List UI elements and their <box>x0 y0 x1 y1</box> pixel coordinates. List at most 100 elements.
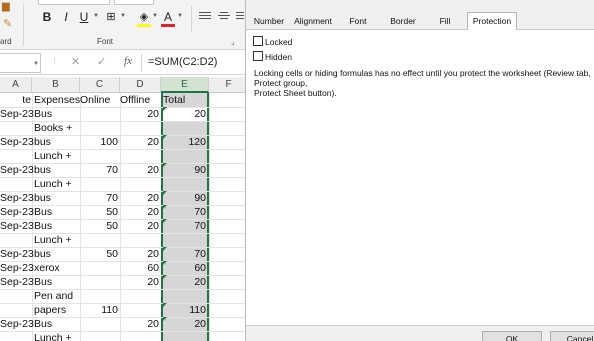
font-size-box[interactable] <box>114 0 154 5</box>
cell-a[interactable]: Sep-23 <box>0 191 34 205</box>
cell-d[interactable]: 20 <box>120 107 159 121</box>
cell-c[interactable] <box>80 331 118 341</box>
cell-d[interactable]: 20 <box>120 247 159 261</box>
cell-d[interactable]: 20 <box>120 219 159 233</box>
cell-a[interactable] <box>0 233 31 247</box>
cell-c[interactable]: 50 <box>80 247 118 261</box>
header-cell-b[interactable]: Expenses <box>34 93 80 107</box>
column-header-f[interactable]: F <box>209 77 245 93</box>
align-right-icon[interactable] <box>236 10 244 22</box>
cell-b[interactable]: Bus <box>34 205 80 219</box>
borders-dropdown-icon[interactable]: ▼ <box>120 13 126 19</box>
align-center-icon[interactable] <box>218 10 230 22</box>
cell-a[interactable] <box>0 177 31 191</box>
tab-number[interactable]: Number <box>250 15 288 30</box>
underline-button[interactable]: U <box>77 10 91 24</box>
tab-border[interactable]: Border <box>386 15 420 30</box>
column-header-d[interactable]: D <box>120 77 161 93</box>
underline-dropdown-icon[interactable]: ▼ <box>93 13 99 19</box>
cell-d[interactable]: 20 <box>120 135 159 149</box>
cell-c[interactable] <box>80 121 118 135</box>
cell-d[interactable]: 20 <box>120 205 159 219</box>
cell-d[interactable] <box>120 149 159 163</box>
name-box-dropdown-icon[interactable]: ▼ <box>33 61 39 67</box>
bold-button[interactable]: B <box>40 10 54 24</box>
cell-a[interactable]: Sep-23 <box>0 135 34 149</box>
cell-a[interactable] <box>0 289 31 303</box>
cell-e[interactable]: 70 <box>163 247 206 261</box>
cell-e[interactable]: 20 <box>163 107 206 121</box>
cell-e[interactable]: 90 <box>163 191 206 205</box>
cell-b[interactable]: Bus <box>34 107 80 121</box>
column-header-b[interactable]: B <box>32 77 80 93</box>
cell-e[interactable] <box>163 149 206 163</box>
header-cell-d[interactable]: Offline <box>120 93 159 107</box>
cell-a[interactable]: Sep-23 <box>0 317 34 331</box>
format-painter-icon[interactable]: ✎ <box>3 18 15 30</box>
cell-e[interactable]: 20 <box>163 317 206 331</box>
cell-b[interactable]: Bus <box>34 317 80 331</box>
column-header-c[interactable]: C <box>80 77 120 93</box>
cell-a[interactable] <box>0 303 31 317</box>
tab-fill[interactable]: Fill <box>434 15 456 30</box>
font-color-button[interactable]: A <box>161 10 175 24</box>
cell-a[interactable]: Sep-23 <box>0 275 34 289</box>
cell-b[interactable]: bus <box>34 135 80 149</box>
cell-d[interactable] <box>120 289 159 303</box>
cell-a[interactable]: Sep-23 <box>0 163 34 177</box>
column-header-a[interactable]: A <box>0 77 32 93</box>
header-cell-a[interactable]: te <box>0 93 31 107</box>
cell-c[interactable] <box>80 275 118 289</box>
cell-b[interactable]: bus <box>34 163 80 177</box>
fill-color-icon[interactable]: ◈ <box>137 10 151 24</box>
cell-a[interactable] <box>0 331 31 341</box>
cancel-icon[interactable]: ✕ <box>71 55 80 68</box>
font-dialog-launcher-icon[interactable]: ⌟ <box>231 37 235 46</box>
header-cell-c[interactable]: Online <box>80 93 118 107</box>
cell-e[interactable] <box>163 177 206 191</box>
cell-e[interactable] <box>163 331 206 341</box>
hidden-label[interactable]: Hidden <box>265 52 292 62</box>
tab-alignment[interactable]: Alignment <box>290 15 336 30</box>
cell-c[interactable] <box>80 233 118 247</box>
worksheet-grid[interactable]: A B C D E F te Expenses Online Offline Total… <box>0 77 245 341</box>
cell-e[interactable]: 70 <box>163 219 206 233</box>
cell-e[interactable]: 20 <box>163 275 206 289</box>
cell-c[interactable] <box>80 317 118 331</box>
locked-label[interactable]: Locked <box>265 37 292 47</box>
cell-b[interactable]: Bus <box>34 219 80 233</box>
cell-a[interactable]: Sep-23 <box>0 219 34 233</box>
cell-c[interactable]: 100 <box>80 135 118 149</box>
cell-e[interactable] <box>163 121 206 135</box>
tab-font[interactable]: Font <box>343 15 373 30</box>
cell-d[interactable] <box>120 121 159 135</box>
cell-c[interactable]: 50 <box>80 205 118 219</box>
cell-c[interactable] <box>80 107 118 121</box>
cell-b[interactable]: bus <box>34 247 80 261</box>
cancel-button[interactable]: Cancel <box>550 331 594 341</box>
cell-a[interactable]: Sep-23 <box>0 247 34 261</box>
cell-c[interactable] <box>80 149 118 163</box>
font-name-box[interactable] <box>38 0 110 5</box>
cell-c[interactable]: 70 <box>80 191 118 205</box>
locked-checkbox[interactable] <box>253 36 263 46</box>
cell-c[interactable] <box>80 261 118 275</box>
tab-protection[interactable]: Protection <box>467 12 517 31</box>
cell-b[interactable]: xerox <box>34 261 80 275</box>
cell-b[interactable]: Pen and <box>34 289 80 303</box>
cell-e[interactable]: 120 <box>163 135 206 149</box>
fill-color-dropdown-icon[interactable]: ▼ <box>152 13 158 19</box>
cell-b[interactable]: Lunch + <box>34 177 80 191</box>
cell-d[interactable] <box>120 177 159 191</box>
cell-a[interactable] <box>0 149 31 163</box>
formula-input[interactable]: =SUM(C2:D2) <box>148 56 217 68</box>
cell-d[interactable]: 20 <box>120 191 159 205</box>
cell-d[interactable]: 20 <box>120 163 159 177</box>
cell-e[interactable]: 90 <box>163 163 206 177</box>
cell-d[interactable]: 20 <box>120 275 159 289</box>
align-left-icon[interactable] <box>199 10 211 22</box>
cell-a[interactable]: Sep-23 <box>0 205 34 219</box>
enter-icon[interactable]: ✓ <box>97 55 106 68</box>
name-box[interactable]: ▼ <box>0 53 41 73</box>
cell-c[interactable]: 50 <box>80 219 118 233</box>
